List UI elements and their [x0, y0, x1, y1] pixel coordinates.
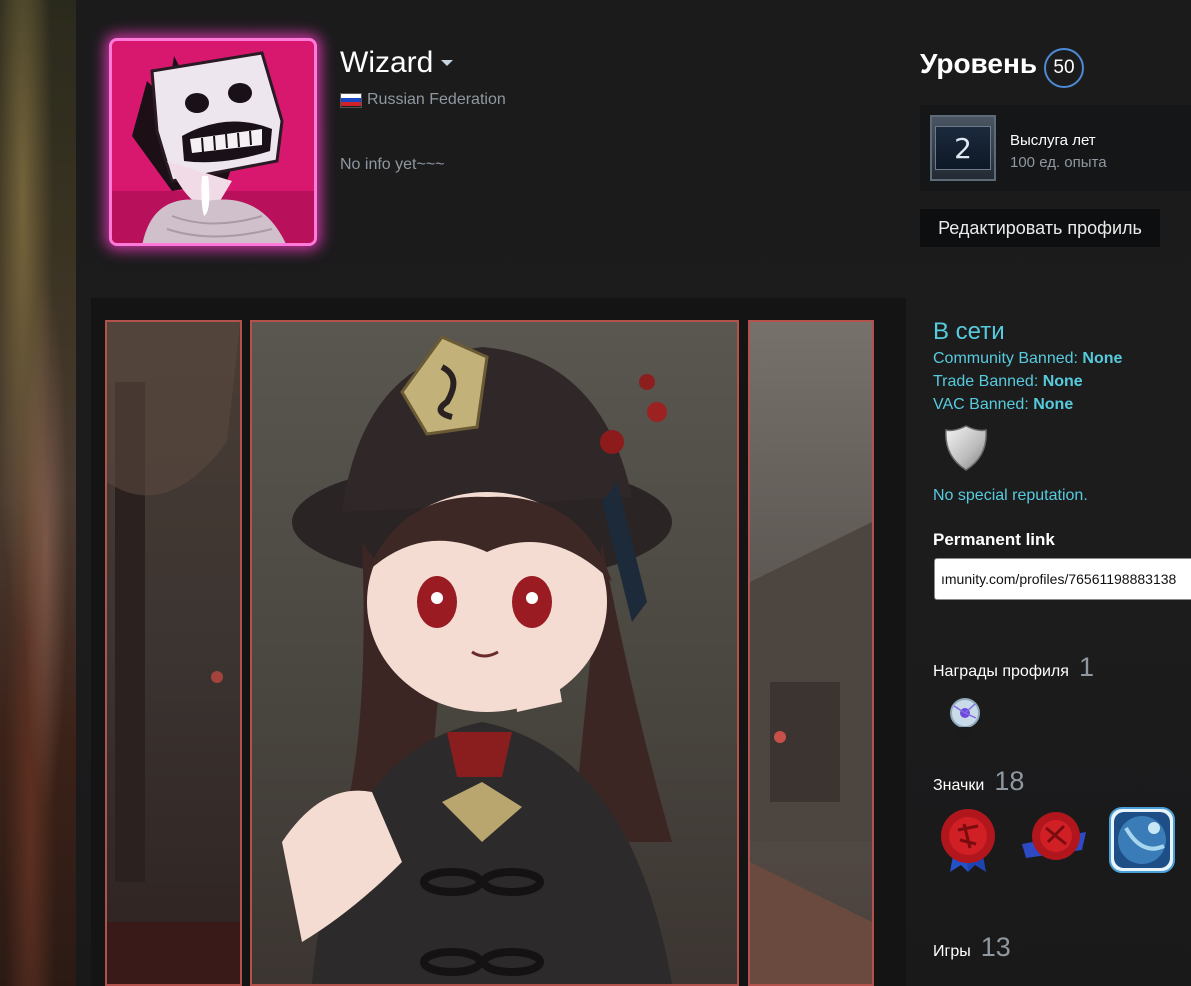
games-label: Игры — [933, 943, 971, 960]
avatar-image — [112, 41, 314, 243]
years-badge-icon: 2 — [930, 115, 996, 181]
online-status: В сети — [933, 318, 1005, 345]
vac-ban-value: None — [1033, 396, 1074, 413]
awards-count: 1 — [1078, 652, 1094, 682]
level-label: Уровень — [920, 48, 1038, 79]
wax-seal-badge-icon[interactable] — [1020, 806, 1088, 874]
showcase-artwork-left[interactable] — [105, 320, 242, 986]
years-badge-number: 2 — [935, 126, 991, 170]
profile-summary: No info yet~~~ — [340, 156, 445, 173]
artwork-right-image — [750, 322, 872, 984]
showcase-artwork-right[interactable] — [748, 320, 874, 986]
plasma-orb-award-icon[interactable] — [946, 697, 984, 741]
vac-ban-status: VAC Banned: None — [933, 396, 1073, 414]
trade-ban-value: None — [1042, 373, 1083, 390]
location-text: Russian Federation — [367, 91, 506, 108]
community-ban-status: Community Banned: None — [933, 350, 1122, 368]
permanent-link-field[interactable]: ımunity.com/profiles/76561198883138 — [934, 558, 1191, 600]
community-ban-value: None — [1082, 350, 1123, 367]
avatar[interactable] — [109, 38, 317, 246]
trade-ban-status: Trade Banned: None — [933, 373, 1083, 391]
artwork-main-image — [252, 322, 737, 984]
showcase-artwork-main[interactable] — [250, 320, 739, 986]
badges-label: Значки — [933, 777, 985, 794]
level-badge[interactable]: 50 — [1044, 48, 1084, 88]
artwork-left-image — [107, 322, 240, 984]
badges-count: 18 — [994, 766, 1025, 796]
wax-seal-ribbon-badge-icon[interactable] — [934, 806, 1002, 874]
profile-background — [0, 0, 76, 986]
years-of-service-badge[interactable]: 2 Выслуга лет 100 ед. опыта — [920, 105, 1191, 191]
games-count: 13 — [980, 932, 1011, 962]
chevron-down-icon[interactable] — [441, 60, 453, 66]
profile-location: Russian Federation — [340, 91, 506, 109]
games-header[interactable]: Игры 13 — [933, 932, 1011, 963]
trade-ban-label: Trade Banned: — [933, 373, 1043, 390]
shield-icon — [945, 425, 987, 471]
reputation-text: No special reputation. — [933, 487, 1088, 504]
vac-ban-label: VAC Banned: — [933, 396, 1034, 413]
persona-name[interactable]: Wizard — [340, 46, 433, 80]
planet-badge-icon[interactable] — [1108, 806, 1176, 874]
profile-awards-header[interactable]: Награды профиля 1 — [933, 652, 1094, 683]
permanent-link-title: Permanent link — [933, 530, 1055, 549]
community-ban-label: Community Banned: — [933, 350, 1083, 367]
russia-flag-icon — [340, 92, 362, 108]
badges-header[interactable]: Значки 18 — [933, 766, 1024, 797]
years-badge-xp: 100 ед. опыта — [1010, 154, 1107, 171]
edit-profile-button[interactable]: Редактировать профиль — [920, 209, 1160, 247]
years-badge-title: Выслуга лет — [1010, 132, 1096, 149]
awards-label: Награды профиля — [933, 663, 1069, 680]
